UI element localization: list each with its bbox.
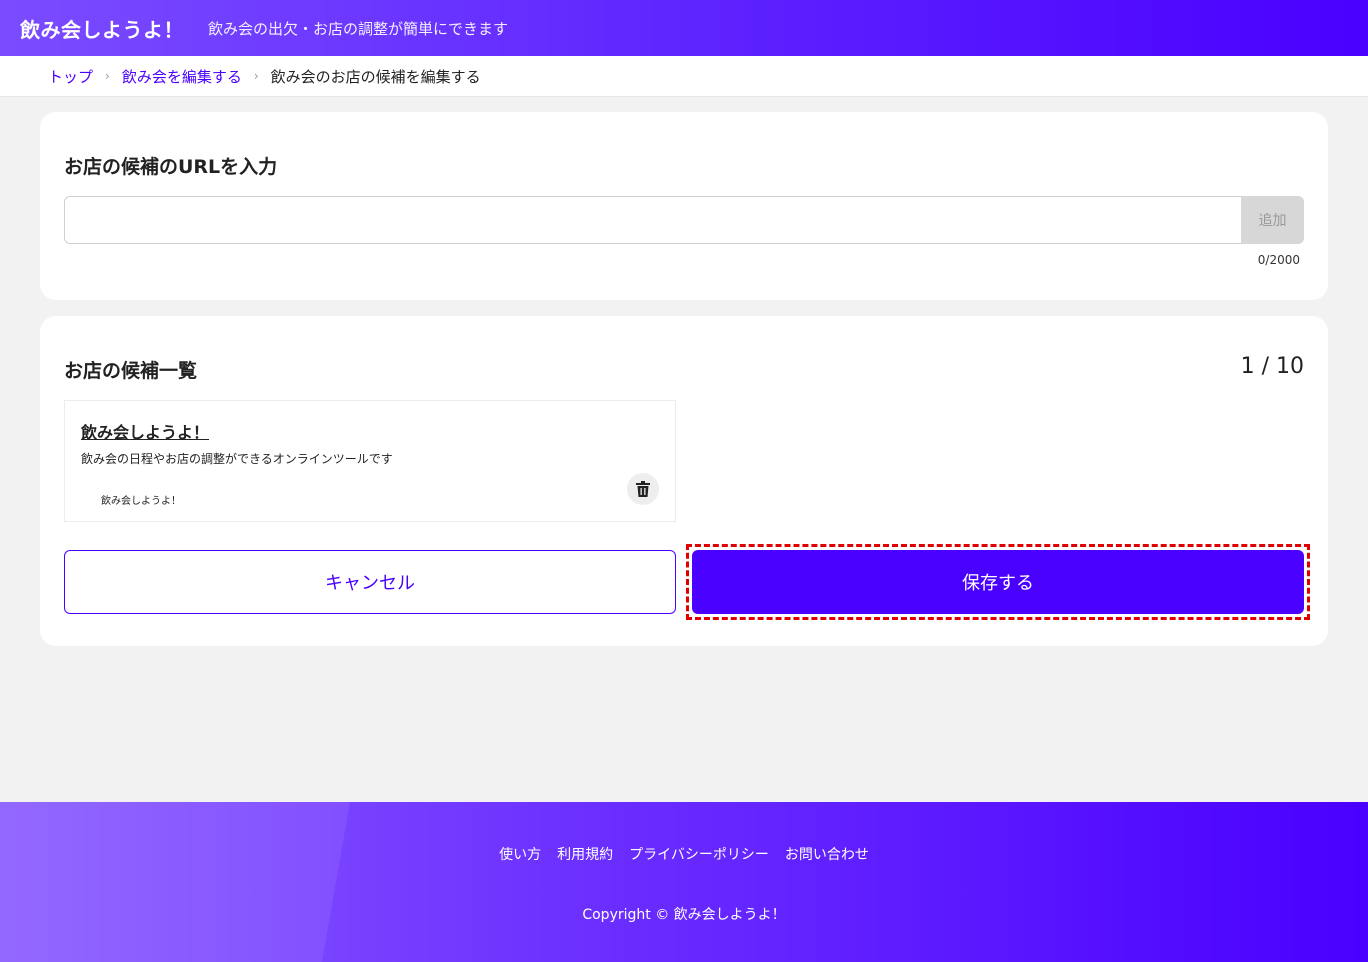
breadcrumb-item-current: 飲み会のお店の候補を編集する — [270, 67, 481, 86]
url-input-row: 追加 — [64, 196, 1304, 244]
delete-button[interactable] — [627, 473, 659, 505]
add-button[interactable]: 追加 — [1241, 196, 1304, 244]
breadcrumb: トップ › 飲み会を編集する › 飲み会のお店の候補を編集する — [0, 56, 1368, 97]
save-button[interactable]: 保存する — [692, 550, 1304, 614]
footer-links: 使い方 利用規約 プライバシーポリシー お問い合わせ — [0, 844, 1368, 864]
app-subtitle: 飲み会の出欠・お店の調整が簡単にできます — [208, 19, 509, 38]
breadcrumb-item-edit-party[interactable]: 飲み会を編集する — [122, 66, 242, 87]
footer-decoration — [0, 802, 350, 962]
shop-description: 飲み会の日程やお店の調整ができるオンラインツールです — [81, 452, 393, 466]
url-input[interactable] — [64, 196, 1241, 244]
shop-count: 1 / 10 — [1240, 354, 1304, 379]
shop-list-card: お店の候補一覧 1 / 10 飲み会しようよ！ 飲み会の日程やお店の調整ができる… — [40, 316, 1328, 646]
trash-icon — [636, 481, 650, 497]
footer-link-terms[interactable]: 利用規約 — [557, 844, 613, 864]
shop-list-title: お店の候補一覧 — [64, 360, 198, 382]
copyright: Copyright © 飲み会しようよ！ — [582, 907, 786, 923]
url-input-card: お店の候補のURLを入力 追加 0/2000 — [40, 112, 1328, 300]
shop-site-name: 飲み会しようよ！ — [101, 496, 181, 507]
footer-link-how-to[interactable]: 使い方 — [499, 844, 541, 864]
footer-link-privacy[interactable]: プライバシーポリシー — [629, 844, 769, 864]
app-title[interactable]: 飲み会しようよ！ — [20, 14, 184, 43]
footer-link-contact[interactable]: お問い合わせ — [785, 844, 869, 864]
app-header: 飲み会しようよ！ 飲み会の出欠・お店の調整が簡単にできます — [0, 0, 1368, 56]
cancel-button[interactable]: キャンセル — [64, 550, 676, 614]
footer: 使い方 利用規約 プライバシーポリシー お問い合わせ Copyright © 飲… — [0, 802, 1368, 962]
chevron-right-icon: › — [253, 69, 259, 83]
character-counter: 0/2000 — [1257, 253, 1300, 267]
breadcrumb-item-top[interactable]: トップ — [48, 66, 93, 87]
shop-name-link[interactable]: 飲み会しようよ！ — [81, 419, 209, 443]
url-section-title: お店の候補のURLを入力 — [64, 156, 278, 178]
shop-candidate-card: 飲み会しようよ！ 飲み会の日程やお店の調整ができるオンラインツールです 飲み会し… — [64, 400, 676, 522]
chevron-right-icon: › — [105, 69, 110, 83]
